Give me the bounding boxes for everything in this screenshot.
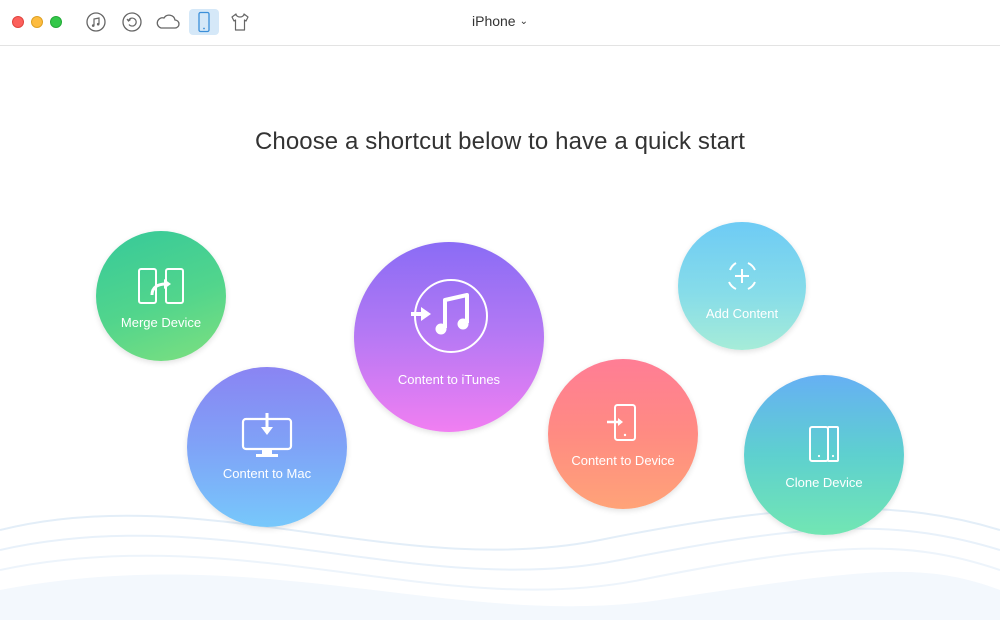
clone-device-icon [809, 426, 839, 462]
chevron-down-icon: ⌄ [519, 16, 528, 27]
clone-device-label: Clone Device [785, 475, 863, 490]
minimize-window-button[interactable] [31, 16, 43, 28]
content-to-itunes-icon [411, 279, 488, 353]
shirt-icon[interactable] [225, 9, 255, 35]
clone-device-shortcut[interactable]: Clone Device [744, 375, 904, 535]
content-to-device-icon [607, 404, 636, 441]
page-title: Choose a shortcut below to have a quick … [254, 128, 746, 155]
zoom-window-button[interactable] [50, 16, 62, 28]
icloud-icon[interactable] [153, 9, 183, 35]
merge-device-icon [138, 268, 184, 304]
device-name: iPhone [472, 13, 516, 29]
content-to-mac-label: Content to Mac [222, 466, 312, 481]
add-content-shortcut[interactable]: Add Content [678, 222, 806, 350]
content-to-mac-shortcut[interactable]: Content to Mac [187, 367, 347, 527]
device-icon[interactable] [189, 9, 219, 35]
merge-device-label: Merge Device [120, 315, 202, 330]
content-to-itunes-label: Content to iTunes [397, 372, 501, 387]
content-to-itunes-shortcut[interactable]: Content to iTunes [354, 242, 544, 432]
backup-restore-icon[interactable] [117, 9, 147, 35]
merge-device-shortcut[interactable]: Merge Device [96, 231, 226, 361]
add-content-icon [728, 262, 756, 290]
add-content-label: Add Content [705, 306, 779, 321]
window-titlebar: iPhone ⌄ [0, 0, 1000, 46]
itunes-library-icon[interactable] [81, 9, 111, 35]
content-to-device-shortcut[interactable]: Content to Device [548, 359, 698, 509]
close-window-button[interactable] [12, 16, 24, 28]
content-to-device-label: Content to Device [571, 453, 675, 468]
content-to-mac-icon [241, 413, 293, 457]
device-selector[interactable]: iPhone ⌄ [440, 13, 560, 29]
